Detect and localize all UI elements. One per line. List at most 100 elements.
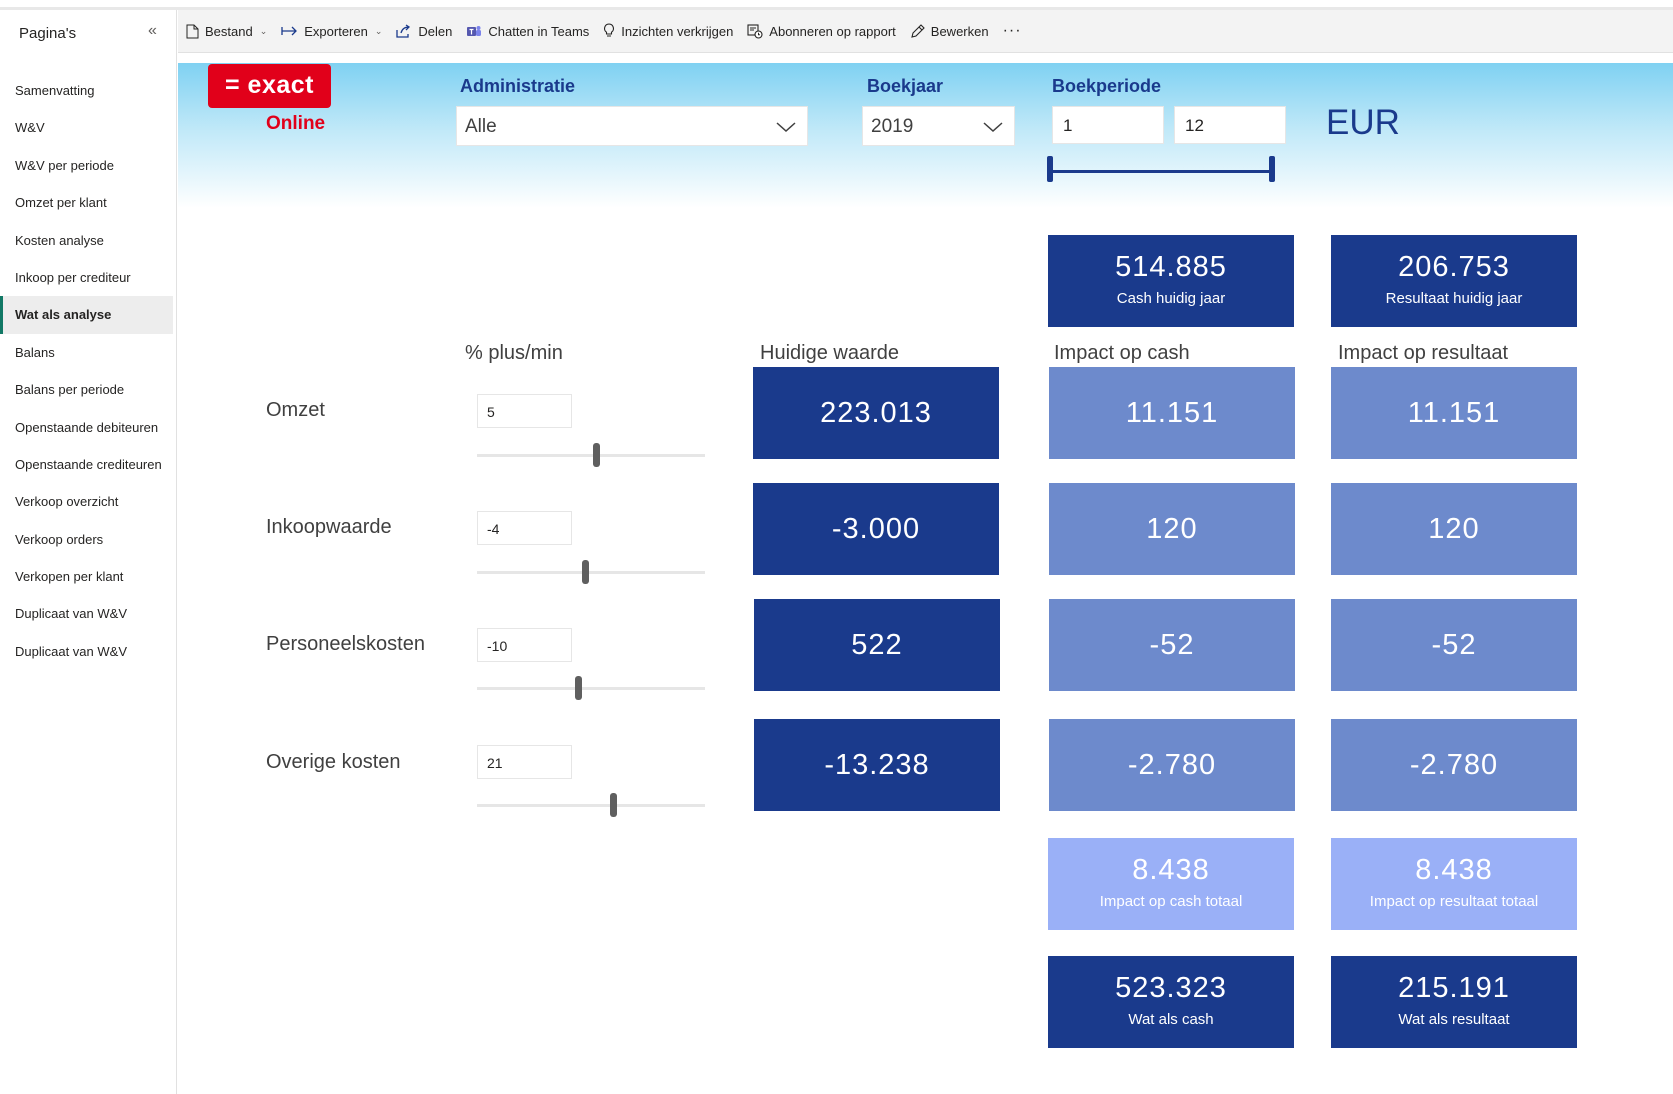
teams-icon xyxy=(467,25,482,36)
more-options-icon[interactable]: ··· xyxy=(1003,22,1022,40)
personeelskosten-impact-cash-card: -52 xyxy=(1049,599,1295,691)
bewerken-button[interactable]: Bewerken xyxy=(910,24,989,39)
chevron-down-icon xyxy=(776,122,796,133)
overige-kosten-pct-input[interactable]: 21 xyxy=(477,745,572,779)
sidebar-item-balans[interactable]: Balans xyxy=(0,334,173,371)
wat-als-resultaat-card: 215.191 Wat als resultaat xyxy=(1331,956,1577,1048)
inkoopwaarde-slider-track[interactable] xyxy=(477,571,705,574)
sidebar-item-balans-per-periode[interactable]: Balans per periode xyxy=(0,371,173,408)
bestand-label: Bestand xyxy=(205,23,253,39)
sidebar-item-verkoop-overzicht[interactable]: Verkoop overzicht xyxy=(0,483,173,520)
wat-als-cash-card: 523.323 Wat als cash xyxy=(1048,956,1294,1048)
overige-kosten-slider-track[interactable] xyxy=(477,804,705,807)
omzet-pct-input[interactable]: 5 xyxy=(477,394,572,428)
personeelskosten-pct-input[interactable]: -10 xyxy=(477,628,572,662)
kpi-label: Cash huidig jaar xyxy=(1116,290,1226,307)
kpi-label: Wat als resultaat xyxy=(1398,1011,1510,1028)
omzet-impact-resultaat-card: 11.151 xyxy=(1331,367,1577,459)
exporteren-button[interactable]: Exporteren ⌄ xyxy=(281,24,382,39)
sidebar-item-duplicaat-wv-1[interactable]: Duplicaat van W&V xyxy=(0,595,173,632)
inkoopwaarde-impact-cash-card: 120 xyxy=(1049,483,1295,575)
kpi-value: 8.438 xyxy=(1132,854,1210,886)
collapse-icon[interactable]: « xyxy=(148,22,157,40)
omzet-slider-thumb[interactable] xyxy=(593,443,600,467)
share-icon xyxy=(396,24,411,38)
personeelskosten-slider-track[interactable] xyxy=(477,687,705,690)
sidebar-item-openstaande-debiteuren[interactable]: Openstaande debiteuren xyxy=(0,409,173,446)
bewerken-label: Bewerken xyxy=(930,23,989,39)
omzet-label: Omzet xyxy=(266,399,325,421)
overige-kosten-slider-thumb[interactable] xyxy=(610,793,617,817)
impact-op-cash-totaal-card: 8.438 Impact op cash totaal xyxy=(1048,838,1294,930)
card-value: 120 xyxy=(1428,513,1480,545)
impact-op-cash-column-header: Impact op cash xyxy=(1054,342,1190,364)
resultaat-huidig-jaar-card: 206.753 Resultaat huidig jaar xyxy=(1331,235,1577,327)
overige-kosten-label: Overige kosten xyxy=(266,751,401,773)
impact-op-resultaat-column-header: Impact op resultaat xyxy=(1338,342,1509,364)
chatten-in-teams-button[interactable]: Chatten in Teams xyxy=(466,24,589,39)
overige-kosten-impact-cash-card: -2.780 xyxy=(1049,719,1295,811)
sidebar-title: Pagina's xyxy=(19,25,77,42)
overige-kosten-impact-resultaat-card: -2.780 xyxy=(1331,719,1577,811)
abonneren-label: Abonneren op rapport xyxy=(769,23,896,39)
sidebar-item-duplicaat-wv-2[interactable]: Duplicaat van W&V xyxy=(0,633,173,670)
sidebar-item-wv-per-periode[interactable]: W&V per periode xyxy=(0,147,173,184)
inzichten-verkrijgen-button[interactable]: Inzichten verkrijgen xyxy=(603,23,733,39)
sidebar-item-omzet-per-klant[interactable]: Omzet per klant xyxy=(0,184,173,221)
chevron-down-icon: ⌄ xyxy=(259,25,268,36)
sidebar-item-openstaande-crediteuren[interactable]: Openstaande crediteuren xyxy=(0,446,173,483)
subscribe-icon xyxy=(747,24,763,39)
card-value: -2.780 xyxy=(1127,749,1217,781)
delen-button[interactable]: Delen xyxy=(396,24,452,39)
boekperiode-from-input[interactable]: 1 xyxy=(1052,106,1164,144)
card-value: -13.238 xyxy=(824,749,930,781)
boekjaar-dropdown[interactable]: 2019 xyxy=(862,106,1015,146)
sidebar-item-kosten-analyse[interactable]: Kosten analyse xyxy=(0,222,173,259)
chevron-down-icon xyxy=(983,122,1003,133)
top-strip xyxy=(0,0,1673,10)
boekperiode-label: Boekperiode xyxy=(1052,76,1162,96)
inkoopwaarde-label: Inkoopwaarde xyxy=(266,516,392,538)
personeelskosten-label: Personeelskosten xyxy=(266,633,425,655)
inkoopwaarde-pct-input[interactable]: -4 xyxy=(477,511,572,545)
kpi-value: 215.191 xyxy=(1398,972,1510,1004)
impact-op-resultaat-totaal-card: 8.438 Impact op resultaat totaal xyxy=(1331,838,1577,930)
boekperiode-slider-track[interactable] xyxy=(1050,170,1272,173)
kpi-label: Impact op resultaat totaal xyxy=(1369,893,1539,910)
abonneren-op-rapport-button[interactable]: Abonneren op rapport xyxy=(747,23,896,39)
overige-kosten-huidige-waarde-card: -13.238 xyxy=(754,719,1000,811)
administratie-value: Alle xyxy=(465,116,497,137)
exact-logo: = exact xyxy=(208,64,331,108)
chevron-down-icon: ⌄ xyxy=(374,25,383,36)
kpi-label: Resultaat huidig jaar xyxy=(1385,290,1523,307)
kpi-value: 206.753 xyxy=(1398,251,1510,283)
boekperiode-slider-start-handle[interactable] xyxy=(1047,156,1053,182)
sidebar-item-wat-als-analyse[interactable]: Wat als analyse xyxy=(0,296,173,334)
personeelskosten-slider-thumb[interactable] xyxy=(575,676,582,700)
currency-label: EUR xyxy=(1326,103,1400,142)
page-list: Samenvatting W&V W&V per periode Omzet p… xyxy=(0,72,173,670)
sidebar-item-wv[interactable]: W&V xyxy=(0,109,173,146)
sidebar-item-verkopen-per-klant[interactable]: Verkopen per klant xyxy=(0,558,173,595)
exporteren-label: Exporteren xyxy=(304,23,368,39)
sidebar-item-verkoop-orders[interactable]: Verkoop orders xyxy=(0,521,173,558)
card-value: 11.151 xyxy=(1125,397,1219,429)
card-value: -3.000 xyxy=(831,513,921,545)
card-value: 11.151 xyxy=(1407,397,1501,429)
sidebar-item-samenvatting[interactable]: Samenvatting xyxy=(0,72,173,109)
report-toolbar: Bestand ⌄ Exporteren ⌄ Delen Chatten in … xyxy=(178,10,1673,53)
personeelskosten-huidige-waarde-card: 522 xyxy=(754,599,1000,691)
sidebar-item-inkoop-per-crediteur[interactable]: Inkoop per crediteur xyxy=(0,259,173,296)
bestand-button[interactable]: Bestand ⌄ xyxy=(186,24,267,39)
boekperiode-to-input[interactable]: 12 xyxy=(1174,106,1286,144)
boekperiode-slider-end-handle[interactable] xyxy=(1269,156,1275,182)
inkoopwaarde-huidige-waarde-card: -3.000 xyxy=(753,483,999,575)
omzet-huidige-waarde-card: 223.013 xyxy=(753,367,999,459)
card-value: -52 xyxy=(1431,629,1477,661)
boekjaar-label: Boekjaar xyxy=(867,76,944,96)
cash-huidig-jaar-card: 514.885 Cash huidig jaar xyxy=(1048,235,1294,327)
omzet-slider-track[interactable] xyxy=(477,454,705,457)
administratie-dropdown[interactable]: Alle xyxy=(456,106,808,146)
inkoopwaarde-slider-thumb[interactable] xyxy=(582,560,589,584)
inkoopwaarde-impact-resultaat-card: 120 xyxy=(1331,483,1577,575)
